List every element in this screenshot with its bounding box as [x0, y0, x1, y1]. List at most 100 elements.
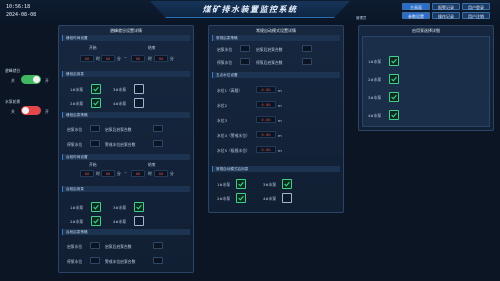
panel-title: 常规自动模式设置详情 — [256, 28, 296, 33]
level-unit: m — [278, 133, 282, 138]
pump-label: 1#水泵 — [368, 59, 382, 64]
valley-pumps-section: 谷段启用泵 — [62, 186, 190, 192]
valley-start-hour[interactable]: 00 — [80, 170, 94, 177]
level3-value[interactable]: 0.00 — [256, 116, 276, 123]
normal-pump1-checkbox[interactable] — [236, 179, 246, 189]
pump-label: 4#水泵 — [368, 113, 382, 118]
peak-start-min[interactable]: 00 — [101, 55, 115, 62]
stop-level-label: 停泵水位 — [217, 60, 233, 65]
user-logout-button[interactable]: 用户注销 — [462, 12, 490, 19]
level2-value[interactable]: 0.00 — [256, 101, 276, 108]
level4-value[interactable]: 0.00 — [256, 131, 276, 138]
select-pump4-checkbox[interactable] — [389, 110, 399, 120]
normal-pump2-checkbox[interactable] — [236, 193, 246, 203]
min-unit: 分 — [117, 56, 121, 61]
five-level-section: 五点水位设置 — [212, 72, 340, 78]
alarm-log-button[interactable]: 报警记录 — [432, 3, 460, 10]
valley-end-min[interactable]: 00 — [154, 170, 168, 177]
level2-label: 水位2 — [217, 103, 228, 108]
select-pump2-checkbox[interactable] — [389, 74, 399, 84]
peak-valley-on-label: 开 — [45, 78, 49, 83]
min-unit: 分 — [170, 56, 174, 61]
alarm-count-label: 警戒水位启泵台数 — [105, 142, 136, 147]
pump-label: 4#水泵 — [263, 196, 277, 201]
level-unit: m — [278, 148, 282, 153]
hour-unit: 时 — [96, 171, 100, 176]
peak-valley-off-label: 关 — [11, 78, 15, 83]
pump-label: 1#水泵 — [70, 205, 84, 210]
valley-start-level-input[interactable] — [90, 242, 100, 249]
operation-log-button[interactable]: 操作记录 — [432, 12, 460, 19]
level1-label: 水位1（高限） — [217, 88, 243, 93]
peak-start-hour[interactable]: 00 — [80, 55, 94, 62]
peak-pump1-checkbox[interactable] — [91, 84, 101, 94]
peak-start-count-input[interactable] — [153, 125, 163, 132]
stop-level-label: 停泵水位 — [67, 142, 83, 147]
level5-value[interactable]: 0.00 — [256, 146, 276, 153]
select-pump3-checkbox[interactable] — [389, 92, 399, 102]
start-label: 开始 — [89, 45, 97, 50]
peak-stop-level-input[interactable] — [90, 140, 100, 147]
valley-pump3-checkbox[interactable] — [134, 202, 144, 212]
pump-label: 1#水泵 — [217, 182, 231, 187]
hour-unit: 时 — [148, 56, 152, 61]
peak-pump3-checkbox[interactable] — [134, 84, 144, 94]
level4-label: 水位4（警戒水位） — [217, 133, 250, 138]
peak-valley-toggle[interactable] — [21, 75, 41, 84]
normal-start-count-input[interactable] — [302, 45, 312, 52]
valley-end-hour[interactable]: 00 — [131, 170, 145, 177]
peak-end-hour[interactable]: 00 — [131, 55, 145, 62]
normal-pump3-checkbox[interactable] — [282, 179, 292, 189]
start-level-label: 启泵水位 — [67, 127, 83, 132]
hour-unit: 时 — [148, 171, 152, 176]
normal-stop-level-input[interactable] — [240, 58, 250, 65]
peak-start-level-input[interactable] — [90, 125, 100, 132]
level5-label: 水位5（极限水位） — [217, 148, 250, 153]
level-unit: m — [278, 88, 282, 93]
start-level-label: 启泵水位 — [67, 244, 83, 249]
main-screen-button[interactable]: 主画面 — [402, 3, 430, 10]
peak-end-min[interactable]: 00 — [154, 55, 168, 62]
normal-pump4-checkbox[interactable] — [282, 193, 292, 203]
level-unit: m — [278, 103, 282, 108]
start-count-label: 启泵后启泵台数 — [105, 127, 132, 132]
tilde: ~ — [124, 170, 128, 175]
peak-alarm-count-input[interactable] — [153, 140, 163, 147]
pump-label: 3#水泵 — [263, 182, 277, 187]
pump-rotation-toggle[interactable] — [21, 106, 41, 115]
peak-time-section: 峰段时间设置 — [62, 35, 190, 41]
pump-label: 2#水泵 — [70, 101, 84, 106]
valley-pump4-checkbox[interactable] — [134, 216, 144, 226]
valley-start-min[interactable]: 00 — [101, 170, 115, 177]
select-pump1-checkbox[interactable] — [389, 56, 399, 66]
valley-start-count-input[interactable] — [153, 242, 163, 249]
peak-pump2-checkbox[interactable] — [91, 98, 101, 108]
param-settings-button[interactable]: 参数设置 — [402, 12, 430, 19]
stop-count-label: 停泵后启泵台数 — [256, 60, 283, 65]
panel-title: 启用泵选择详细 — [412, 28, 440, 33]
valley-alarm-count-input[interactable] — [153, 257, 163, 264]
pump-label: 3#水泵 — [368, 95, 382, 100]
level1-value[interactable]: 0.00 — [256, 86, 276, 93]
pump-rotation-on-label: 开 — [45, 109, 49, 114]
start-label: 开始 — [89, 162, 97, 167]
start-count-label: 启泵后启泵台数 — [256, 47, 283, 52]
pump-label: 2#水泵 — [368, 77, 382, 82]
normal-pumps-section: 常规自动模式启用泵 — [212, 166, 340, 172]
hour-unit: 时 — [96, 56, 100, 61]
normal-stop-count-input[interactable] — [302, 58, 312, 65]
min-unit: 分 — [117, 171, 121, 176]
pump-rotation-label: 水泵轮换 — [5, 99, 21, 104]
pump-label: 2#水泵 — [217, 196, 231, 201]
user-login-button[interactable]: 用户登录 — [462, 3, 490, 10]
peak-pump4-checkbox[interactable] — [134, 98, 144, 108]
pump-label: 4#水泵 — [113, 101, 127, 106]
valley-pump1-checkbox[interactable] — [91, 202, 101, 212]
normal-start-level-input[interactable] — [240, 45, 250, 52]
level3-label: 水位3 — [217, 118, 228, 123]
valley-stop-level-input[interactable] — [90, 257, 100, 264]
pump-label: 4#水泵 — [113, 219, 127, 224]
pump-label: 3#水泵 — [113, 87, 127, 92]
clock-time: 10:56:18 — [6, 4, 31, 10]
valley-pump2-checkbox[interactable] — [91, 216, 101, 226]
